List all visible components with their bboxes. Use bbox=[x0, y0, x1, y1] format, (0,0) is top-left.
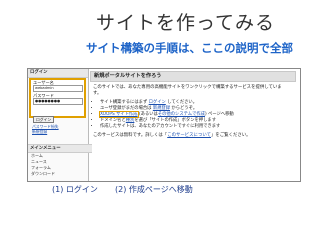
other-system-link[interactable]: その他のシステムで作成 bbox=[158, 112, 205, 117]
create-site-link[interactable]: XOOPS サイト作成 bbox=[99, 111, 139, 118]
login-form-highlight: ユーザー名 webadmin パスワード ●●●●●●●● ログイン bbox=[29, 78, 86, 123]
about-service-link[interactable]: このサービスについて bbox=[167, 133, 211, 138]
slide-subtitle: サイト構築の手順は、ここの説明で全部 bbox=[86, 41, 293, 55]
main-heading: 新規ポータルサイトを作ろう bbox=[90, 71, 296, 82]
main-content: 新規ポータルサイトを作ろう このサイトでは、あなた専用の高機能サイトをワンクリッ… bbox=[90, 71, 296, 179]
sidebar: ログイン ユーザー名 webadmin パスワード ●●●●●●●● ログイン … bbox=[28, 69, 92, 181]
slide-title: サイトを作ってみる bbox=[96, 12, 276, 34]
step-2-label: (2) 作成ページへ移動 bbox=[115, 185, 193, 194]
embedded-screenshot: ログイン ユーザー名 webadmin パスワード ●●●●●●●● ログイン … bbox=[27, 68, 301, 182]
password-input[interactable]: ●●●●●●●● bbox=[33, 98, 83, 105]
register-link[interactable]: 新規登録 bbox=[30, 129, 61, 134]
steps-list: サイト構築するにはまず ログイン してください。 ユーザ登録がまだの場合は 新規… bbox=[90, 100, 296, 130]
new-register-link[interactable]: 新規登録 bbox=[153, 106, 170, 111]
login-heading: ログイン bbox=[28, 69, 88, 78]
login-link[interactable]: ログイン bbox=[149, 100, 166, 105]
main-menu-heading: メインメニュー bbox=[28, 144, 92, 153]
user-name-input[interactable]: webadmin bbox=[33, 85, 83, 92]
intro-text: このサイトでは、あなた専用の高機能サイトをワンクリックで構築するサービスを提供し… bbox=[93, 85, 282, 90]
menu-item-download[interactable]: ダウンロード bbox=[28, 171, 55, 177]
main-menu: ホーム ニュース フォーラム ダウンロード bbox=[28, 153, 55, 177]
footer-text: このサービスは無料です。詳しくは「このサービスについて」をご覧ください。 bbox=[93, 133, 251, 138]
step-1-label: (1) ログイン bbox=[52, 185, 98, 194]
login-button[interactable]: ログイン bbox=[33, 116, 55, 123]
